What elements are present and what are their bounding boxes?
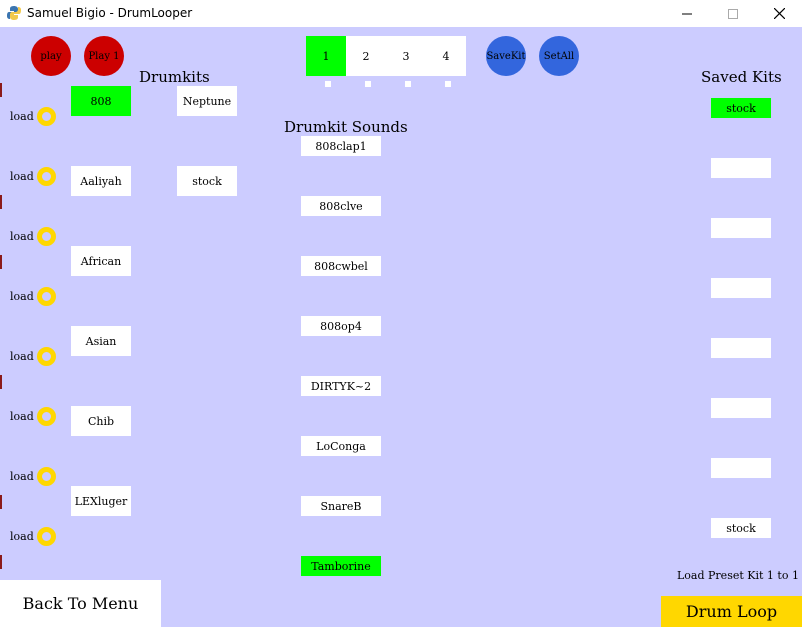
saved-kit-3[interactable] bbox=[711, 218, 771, 238]
load-label: load bbox=[10, 290, 34, 303]
load-label: load bbox=[10, 410, 34, 423]
python-icon bbox=[7, 6, 21, 20]
sound-808clve[interactable]: 808clve bbox=[301, 196, 381, 216]
minimize-icon bbox=[682, 13, 692, 14]
edge-marker bbox=[0, 555, 2, 569]
sound-dirtyk[interactable]: DIRTYK~2 bbox=[301, 376, 381, 396]
edge-marker bbox=[0, 255, 2, 269]
tab-4[interactable]: 4 bbox=[426, 36, 466, 76]
saved-kit-2[interactable] bbox=[711, 158, 771, 178]
close-button[interactable] bbox=[756, 0, 802, 27]
title-bar: Samuel Bigio - DrumLooper bbox=[0, 0, 802, 27]
save-kit-button[interactable]: SaveKit bbox=[486, 36, 526, 76]
sound-tamborine[interactable]: Tamborine bbox=[301, 556, 381, 576]
saved-kit-4[interactable] bbox=[711, 278, 771, 298]
saved-kit-6[interactable] bbox=[711, 398, 771, 418]
tab-indicator-4 bbox=[445, 81, 451, 87]
drumkit-808[interactable]: 808 bbox=[71, 86, 131, 116]
drumkit-african[interactable]: African bbox=[71, 246, 131, 276]
drumkit-lexluger[interactable]: LEXluger bbox=[71, 486, 131, 516]
load-label: load bbox=[10, 110, 34, 123]
tab-indicator-2 bbox=[365, 81, 371, 87]
saved-kit-1[interactable]: stock bbox=[711, 98, 771, 118]
app-canvas: play Play 1 1 2 3 4 SaveKit SetAll Drumk… bbox=[0, 27, 802, 627]
preset-label: Load Preset Kit 1 to 1 bbox=[677, 569, 799, 582]
saved-kits-heading: Saved Kits bbox=[701, 68, 782, 86]
load-radio-5[interactable] bbox=[37, 347, 56, 366]
sounds-heading: Drumkit Sounds bbox=[284, 118, 408, 136]
sound-808op4[interactable]: 808op4 bbox=[301, 316, 381, 336]
sound-808clap1[interactable]: 808clap1 bbox=[301, 136, 381, 156]
load-radio-1[interactable] bbox=[37, 107, 56, 126]
load-radio-8[interactable] bbox=[37, 527, 56, 546]
edge-marker bbox=[0, 495, 2, 509]
sound-loconga[interactable]: LoConga bbox=[301, 436, 381, 456]
edge-marker bbox=[0, 195, 2, 209]
load-radio-3[interactable] bbox=[37, 227, 56, 246]
load-radio-2[interactable] bbox=[37, 167, 56, 186]
drumkit-neptune[interactable]: Neptune bbox=[177, 86, 237, 116]
maximize-button[interactable] bbox=[710, 0, 756, 27]
edge-marker bbox=[0, 83, 2, 97]
load-label: load bbox=[10, 470, 34, 483]
play1-button[interactable]: Play 1 bbox=[84, 36, 124, 76]
tab-indicator-1 bbox=[325, 81, 331, 87]
drumkits-heading: Drumkits bbox=[139, 68, 210, 86]
tab-2[interactable]: 2 bbox=[346, 36, 386, 76]
load-radio-6[interactable] bbox=[37, 407, 56, 426]
tab-1[interactable]: 1 bbox=[306, 36, 346, 76]
drumkit-chib[interactable]: Chib bbox=[71, 406, 131, 436]
back-to-menu-button[interactable]: Back To Menu bbox=[0, 580, 161, 627]
sound-snareb[interactable]: SnareB bbox=[301, 496, 381, 516]
saved-kit-7[interactable] bbox=[711, 458, 771, 478]
tab-indicator-3 bbox=[405, 81, 411, 87]
maximize-icon bbox=[728, 8, 738, 19]
sound-808cwbel[interactable]: 808cwbel bbox=[301, 256, 381, 276]
set-all-button[interactable]: SetAll bbox=[539, 36, 579, 76]
drumkit-stock[interactable]: stock bbox=[177, 166, 237, 196]
load-label: load bbox=[10, 530, 34, 543]
minimize-button[interactable] bbox=[664, 0, 710, 27]
window-title: Samuel Bigio - DrumLooper bbox=[27, 6, 193, 20]
drum-loop-button[interactable]: Drum Loop bbox=[661, 596, 802, 627]
play-button[interactable]: play bbox=[31, 36, 71, 76]
pattern-tabs: 1 2 3 4 bbox=[306, 36, 466, 76]
load-label: load bbox=[10, 350, 34, 363]
tab-3[interactable]: 3 bbox=[386, 36, 426, 76]
drumkit-asian[interactable]: Asian bbox=[71, 326, 131, 356]
load-radio-4[interactable] bbox=[37, 287, 56, 306]
drumkit-aaliyah[interactable]: Aaliyah bbox=[71, 166, 131, 196]
load-label: load bbox=[10, 230, 34, 243]
load-radio-7[interactable] bbox=[37, 467, 56, 486]
saved-kit-8[interactable]: stock bbox=[711, 518, 771, 538]
edge-marker bbox=[0, 375, 2, 389]
close-icon bbox=[773, 8, 785, 19]
load-label: load bbox=[10, 170, 34, 183]
saved-kit-5[interactable] bbox=[711, 338, 771, 358]
